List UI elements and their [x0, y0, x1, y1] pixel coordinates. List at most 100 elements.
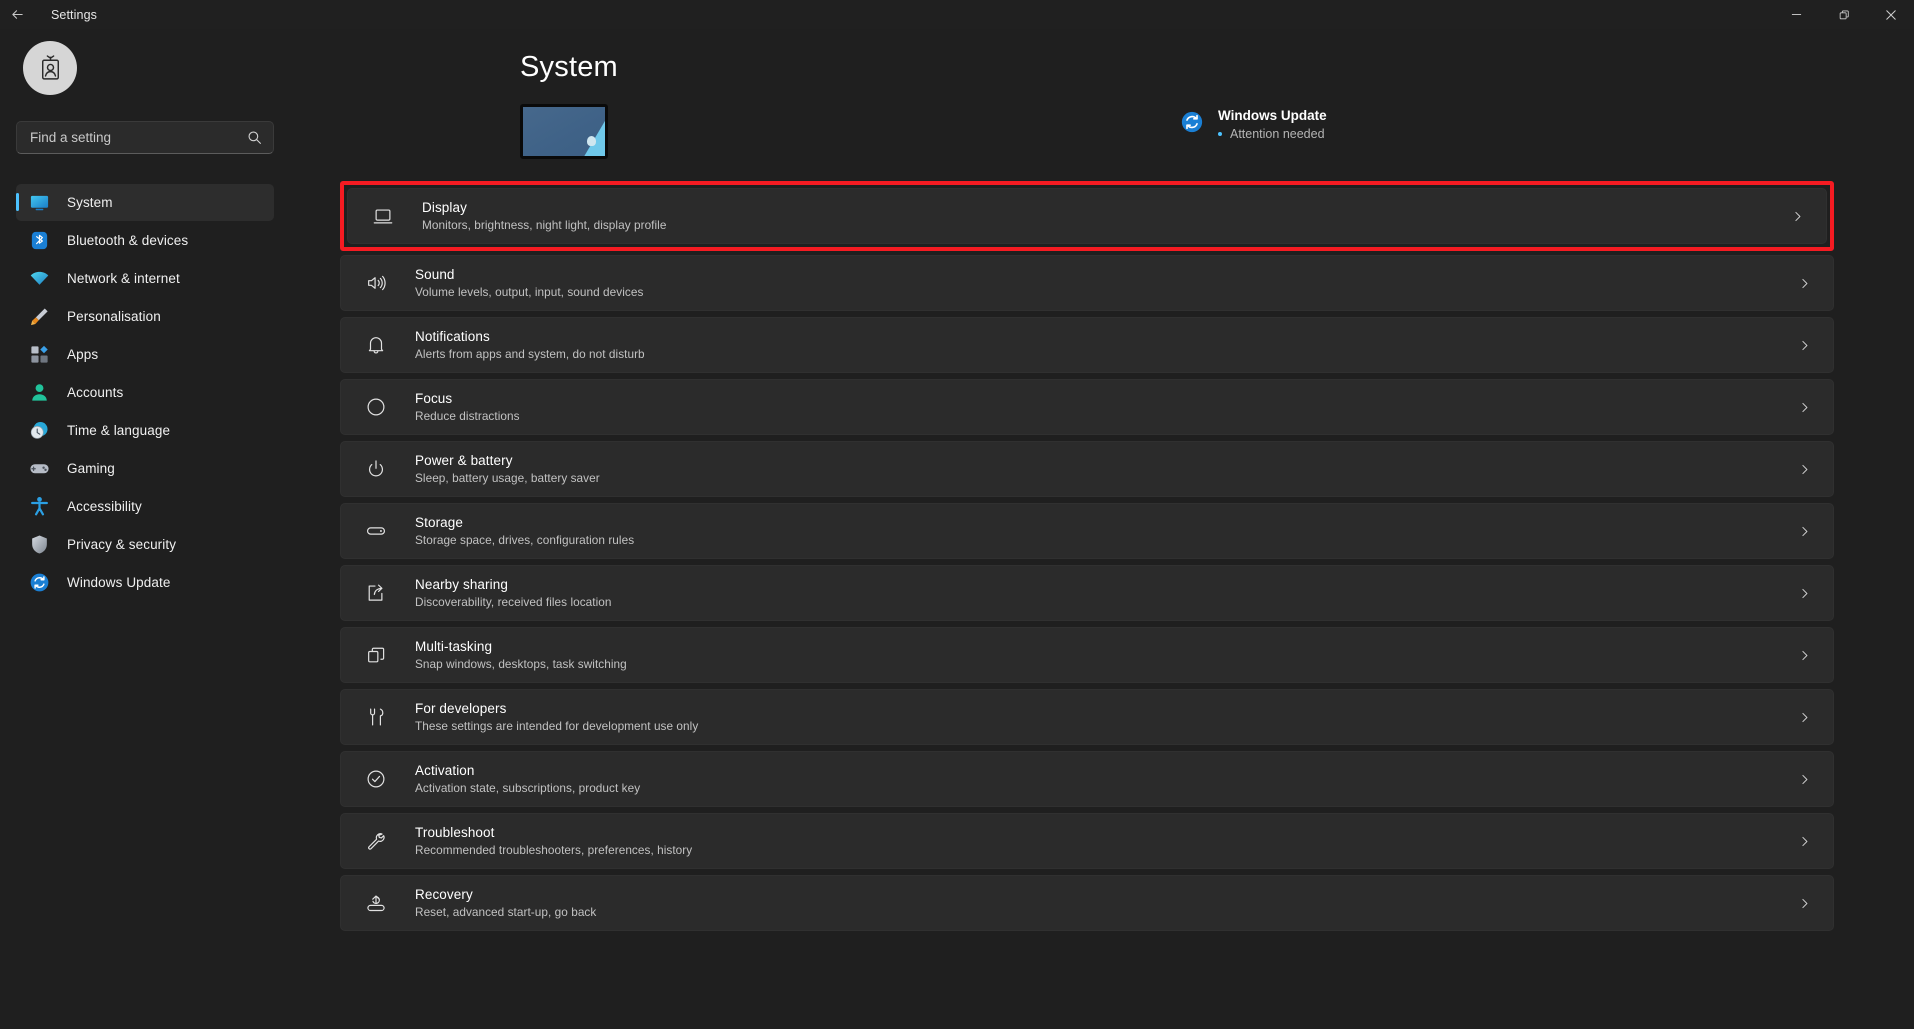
window-controls [1773, 0, 1914, 29]
row-subtitle: Activation state, subscriptions, product… [415, 781, 641, 795]
status-dot-icon [1218, 132, 1222, 136]
gamepad-icon [28, 458, 50, 480]
row-container: Notifications Alerts from apps and syste… [340, 317, 1834, 373]
desktop-wallpaper-thumbnail [520, 104, 608, 159]
window-title: Settings [51, 7, 97, 22]
row-subtitle: Discoverability, received files location [415, 595, 612, 609]
sidebar-item-accounts[interactable]: Accounts [16, 374, 274, 411]
wifi-icon [28, 268, 50, 290]
settings-row-for-developers[interactable]: For developers These settings are intend… [340, 689, 1834, 745]
sync-icon [28, 572, 50, 594]
sidebar-item-bluetooth-devices[interactable]: Bluetooth & devices [16, 222, 274, 259]
settings-row-recovery[interactable]: Recovery Reset, advanced start-up, go ba… [340, 875, 1834, 931]
focus-moon-icon [363, 394, 389, 420]
row-title: For developers [415, 701, 507, 716]
row-subtitle: Storage space, drives, configuration rul… [415, 533, 635, 547]
chevron-right-icon [1798, 463, 1811, 476]
speaker-icon [363, 270, 389, 296]
sidebar-item-label: Accessibility [67, 499, 142, 514]
sidebar-item-accessibility[interactable]: Accessibility [16, 488, 274, 525]
settings-row-activation[interactable]: Activation Activation state, subscriptio… [340, 751, 1834, 807]
row-title: Storage [415, 515, 463, 530]
bluetooth-icon [28, 230, 50, 252]
row-container: Recovery Reset, advanced start-up, go ba… [340, 875, 1834, 931]
minimize-button[interactable] [1773, 0, 1820, 29]
restore-button[interactable] [1820, 0, 1867, 29]
sidebar-item-network-internet[interactable]: Network & internet [16, 260, 274, 297]
row-container: Focus Reduce distractions [340, 379, 1834, 435]
search-input[interactable] [30, 130, 247, 145]
sidebar-item-label: Personalisation [67, 309, 161, 324]
back-button[interactable] [0, 0, 34, 29]
row-title: Troubleshoot [415, 825, 495, 840]
avatar[interactable] [23, 41, 77, 95]
settings-row-sound[interactable]: Sound Volume levels, output, input, soun… [340, 255, 1834, 311]
chevron-right-icon [1798, 649, 1811, 662]
settings-row-nearby-sharing[interactable]: Nearby sharing Discoverability, received… [340, 565, 1834, 621]
sidebar-item-system[interactable]: System [16, 184, 274, 221]
chevron-right-icon [1798, 773, 1811, 786]
row-title: Notifications [415, 329, 490, 344]
clock-icon [28, 420, 50, 442]
update-title: Windows Update [1218, 108, 1327, 123]
accessibility-icon [28, 496, 50, 518]
row-title: Nearby sharing [415, 577, 508, 592]
row-container: Multi-tasking Snap windows, desktops, ta… [340, 627, 1834, 683]
close-button[interactable] [1867, 0, 1914, 29]
windows-update-status[interactable]: Windows Update Attention needed [1180, 108, 1327, 141]
settings-row-notifications[interactable]: Notifications Alerts from apps and syste… [340, 317, 1834, 373]
page-title: System [520, 51, 618, 83]
bell-icon [363, 332, 389, 358]
settings-row-multi-tasking[interactable]: Multi-tasking Snap windows, desktops, ta… [340, 627, 1834, 683]
row-subtitle: Snap windows, desktops, task switching [415, 657, 627, 671]
sidebar-item-label: Time & language [67, 423, 171, 438]
sidebar-item-label: Windows Update [67, 575, 171, 590]
sidebar-item-label: Gaming [67, 461, 115, 476]
row-container: Nearby sharing Discoverability, received… [340, 565, 1834, 621]
row-container: Sound Volume levels, output, input, soun… [340, 255, 1834, 311]
drive-icon [363, 518, 389, 544]
row-title: Power & battery [415, 453, 513, 468]
chevron-right-icon [1791, 210, 1804, 223]
status-badge: Attention needed [1218, 127, 1327, 141]
sidebar-item-gaming[interactable]: Gaming [16, 450, 274, 487]
sidebar-item-privacy-security[interactable]: Privacy & security [16, 526, 274, 563]
settings-row-focus[interactable]: Focus Reduce distractions [340, 379, 1834, 435]
row-subtitle: Monitors, brightness, night light, displ… [422, 218, 667, 232]
settings-row-power-battery[interactable]: Power & battery Sleep, battery usage, ba… [340, 441, 1834, 497]
row-subtitle: Reduce distractions [415, 409, 520, 423]
row-container: Power & battery Sleep, battery usage, ba… [340, 441, 1834, 497]
row-subtitle: Reset, advanced start-up, go back [415, 905, 597, 919]
search-box[interactable] [16, 121, 274, 154]
title-bar: Settings [0, 0, 1914, 29]
row-title: Sound [415, 267, 455, 282]
sidebar-item-windows-update[interactable]: Windows Update [16, 564, 274, 601]
windows-stack-icon [363, 642, 389, 668]
row-title: Recovery [415, 887, 473, 902]
wrench-icon [363, 828, 389, 854]
row-container: Troubleshoot Recommended troubleshooters… [340, 813, 1834, 869]
chevron-right-icon [1798, 277, 1811, 290]
monitor-icon [28, 192, 50, 214]
row-subtitle: Recommended troubleshooters, preferences… [415, 843, 693, 857]
recovery-icon [363, 890, 389, 916]
sidebar-item-label: System [67, 195, 113, 210]
windows-update-icon [1180, 110, 1204, 134]
settings-row-storage[interactable]: Storage Storage space, drives, configura… [340, 503, 1834, 559]
sidebar-item-time-language[interactable]: Time & language [16, 412, 274, 449]
shield-icon [28, 534, 50, 556]
tools-icon [363, 704, 389, 730]
settings-row-display[interactable]: Display Monitors, brightness, night ligh… [347, 188, 1827, 244]
row-title: Multi-tasking [415, 639, 493, 654]
row-container: Storage Storage space, drives, configura… [340, 503, 1834, 559]
settings-list: Display Monitors, brightness, night ligh… [340, 181, 1834, 931]
chevron-right-icon [1798, 401, 1811, 414]
row-subtitle: Alerts from apps and system, do not dist… [415, 347, 645, 361]
sidebar-item-apps[interactable]: Apps [16, 336, 274, 373]
share-icon [363, 580, 389, 606]
settings-row-troubleshoot[interactable]: Troubleshoot Recommended troubleshooters… [340, 813, 1834, 869]
row-title: Activation [415, 763, 475, 778]
sidebar-item-personalisation[interactable]: Personalisation [16, 298, 274, 335]
sidebar-item-label: Accounts [67, 385, 124, 400]
chevron-right-icon [1798, 835, 1811, 848]
